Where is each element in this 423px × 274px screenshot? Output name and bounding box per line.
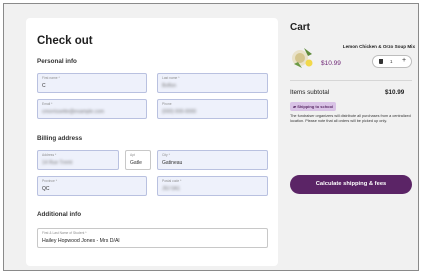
apt-field[interactable]: Apt Gatle [125, 150, 151, 170]
address-label: Address * [42, 153, 57, 157]
city-field[interactable]: City * Gatineau [157, 150, 268, 170]
email-field[interactable]: Email * cmorrissette@example.com [37, 99, 147, 119]
page-title: Check out [37, 35, 93, 47]
postal-code-value: J9J 0A1 [162, 186, 181, 192]
phone-field[interactable]: Phone (000) 000-0000 [157, 99, 268, 119]
personal-info-heading: Personal info [37, 58, 77, 65]
checkout-card: Check out Personal info First name * C L… [26, 18, 278, 266]
items-subtotal-value: $10.99 [385, 89, 405, 96]
last-name-label: Last name * [162, 76, 180, 80]
billing-address-heading: Billing address [37, 135, 83, 142]
student-name-field[interactable]: First & Last Name of Student * Hailey Ho… [37, 228, 268, 248]
first-name-field[interactable]: First name * C [37, 73, 147, 93]
city-value: Gatineau [162, 160, 183, 166]
phone-label: Phone [162, 102, 172, 106]
cart-divider [290, 80, 412, 81]
apt-label: Apt [130, 153, 135, 157]
postal-code-field[interactable]: Postal code * J9J 0A1 [157, 176, 268, 196]
apt-value: Gatle [130, 160, 142, 166]
province-value: QC [42, 186, 50, 192]
cart-title: Cart [290, 22, 311, 33]
email-value: cmorrissette@example.com [42, 109, 105, 115]
shipping-badge-label: Shipping to school [297, 104, 334, 109]
last-name-value: Boflon [162, 83, 177, 89]
items-subtotal-label: Items subtotal [290, 89, 330, 96]
trash-icon[interactable] [379, 59, 383, 64]
student-name-label: First & Last Name of Student * [42, 231, 87, 235]
province-label: Province * [42, 179, 58, 183]
first-name-value: C [42, 83, 46, 89]
student-name-value: Hailey Hopwood Jones - Mrs D/Al [42, 238, 120, 244]
postal-code-label: Postal code * [162, 179, 182, 183]
cart-item-price: $10.99 [321, 60, 341, 67]
province-field[interactable]: Province * QC [37, 176, 147, 196]
email-label: Email * [42, 102, 53, 106]
quantity-value: 1 [390, 59, 393, 64]
plus-icon[interactable]: + [402, 57, 406, 64]
shipping-badge: ▰ Shipping to school [290, 102, 337, 111]
address-value: 14 Rue Tremt [42, 160, 73, 166]
first-name-label: First name * [42, 76, 60, 80]
additional-info-heading: Additional info [37, 211, 82, 218]
address-field[interactable]: Address * 14 Rue Tremt [37, 150, 119, 170]
calculate-shipping-button[interactable]: Calculate shipping & fees [290, 175, 412, 194]
soup-mix-product-image [292, 48, 313, 68]
city-label: City * [162, 153, 170, 157]
pickup-notice: The fundraiser organizers will distribut… [290, 114, 411, 123]
last-name-field[interactable]: Last name * Boflon [157, 73, 268, 93]
phone-value: (000) 000-0000 [162, 109, 197, 115]
cart-item-name[interactable]: Lemon Chicken & Orzo Soup Mix [325, 44, 415, 49]
quantity-stepper[interactable]: 1 + [372, 55, 412, 68]
